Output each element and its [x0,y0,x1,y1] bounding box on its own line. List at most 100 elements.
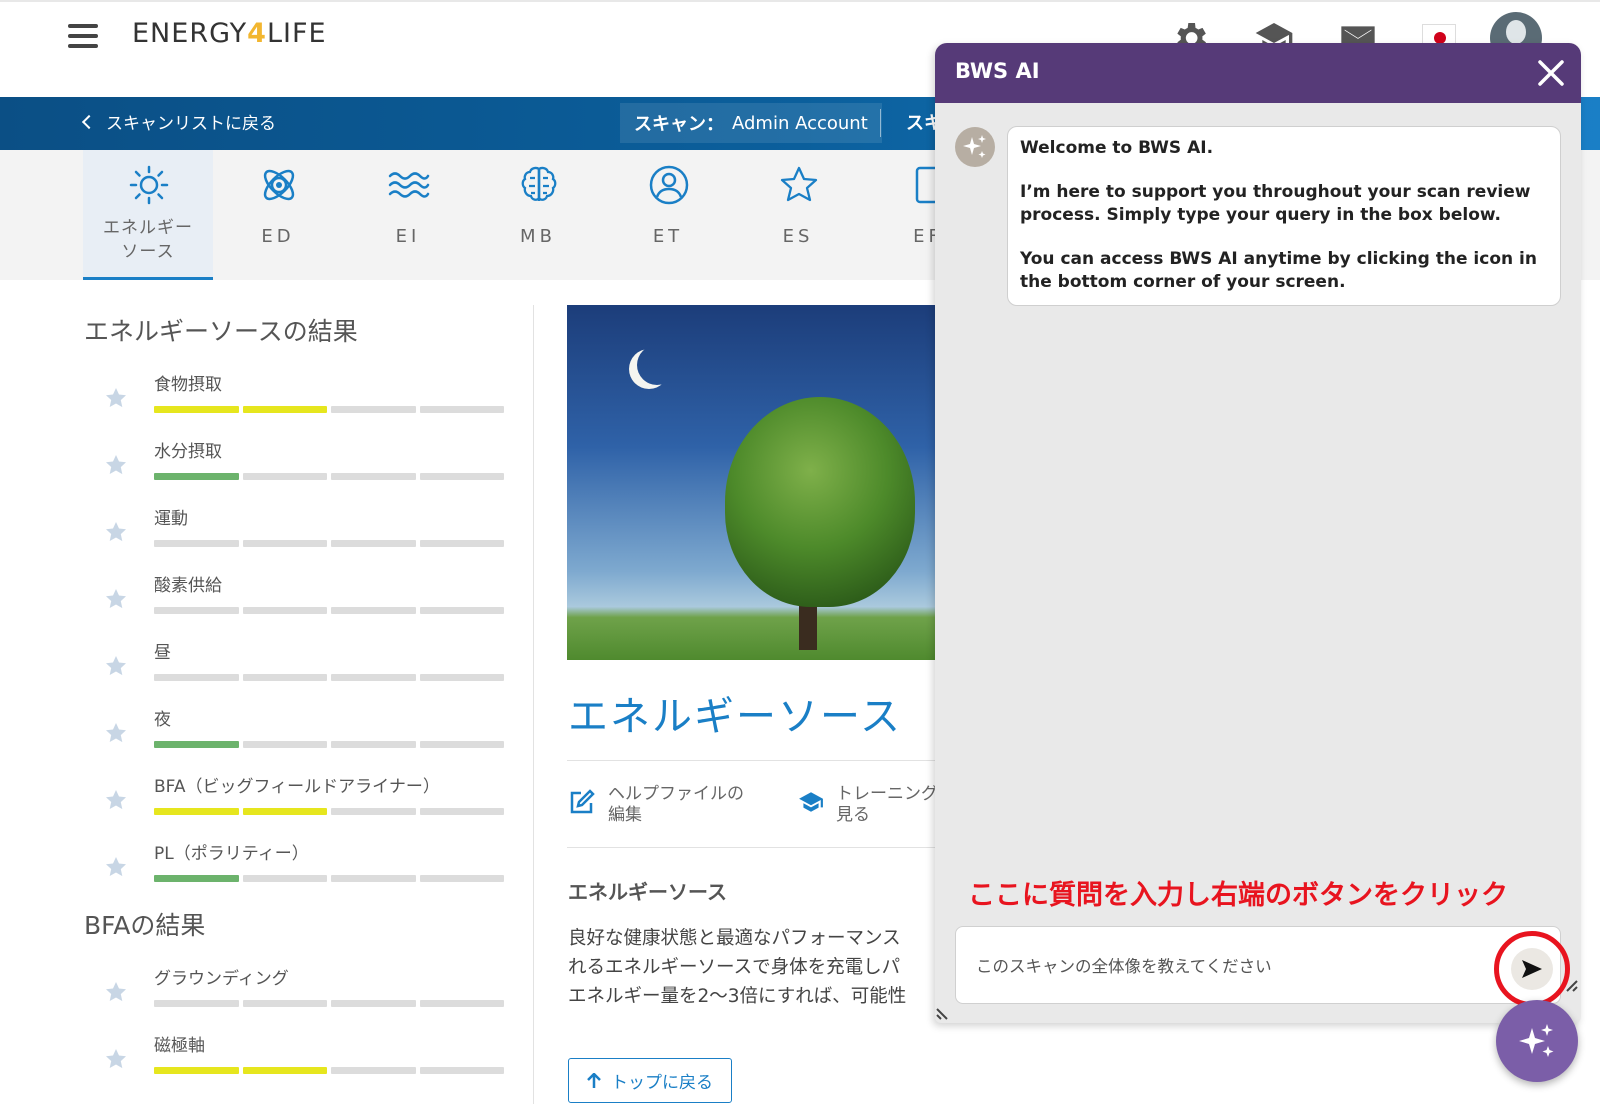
bar-segment [331,1067,416,1074]
bar-segment [154,674,239,681]
result-item: 夜 [104,701,514,761]
bar-segment [331,741,416,748]
result-item: 食物摂取 [104,366,514,426]
tab-label: EI [395,226,421,247]
edit-help-file-link[interactable]: ヘルプファイルの 編集 [568,784,744,826]
support-paragraph: I’m here to support you throughout your … [1020,181,1531,226]
star-icon[interactable] [104,1047,128,1071]
result-level-bar [154,741,504,748]
tab-et[interactable]: ET [603,150,733,280]
star-icon [106,982,126,1002]
bar-segment [331,473,416,480]
star-icon[interactable] [104,980,128,1004]
tab-label-line1: エネルギー [103,218,193,238]
star-icon [106,589,126,609]
bar-segment [331,1000,416,1007]
bar-segment [242,473,327,480]
star-icon[interactable] [104,520,128,544]
divider [567,760,937,761]
tab-ei[interactable]: EI [343,150,473,280]
welcome-message: Welcome to BWS AI. I’m here to support y… [1007,126,1561,306]
star-icon[interactable] [104,587,128,611]
result-level-bar [154,1067,504,1074]
star-icon[interactable] [104,654,128,678]
bar-segment [242,808,327,815]
tab-ed[interactable]: ED [213,150,343,280]
close-icon[interactable] [1533,55,1569,91]
result-label: 食物摂取 [154,375,222,395]
send-button[interactable] [1511,948,1553,990]
result-level-bar [154,473,504,480]
tab-mb[interactable]: MB [473,150,603,280]
star-icon[interactable] [104,721,128,745]
bar-segment [242,875,327,882]
star-outline-icon [780,166,818,202]
description-line-1: 良好な健康状態と最適なパフォーマンス [568,928,901,949]
star-icon[interactable] [104,453,128,477]
resize-handle-icon[interactable] [1561,979,1579,997]
result-label: PL（ポラリティー） [154,844,309,864]
arrow-up-icon [587,1072,601,1088]
result-level-bar [154,808,504,815]
hamburger-menu-icon[interactable] [68,24,98,50]
tab-label: エネルギー ソース [83,216,213,264]
edit-icon [570,789,595,814]
description-text: 良好な健康状態と最適なパフォーマンス れるエネルギーソースで身体を充電しパ エネ… [568,924,938,1011]
star-icon [106,455,126,475]
bar-segment [154,741,239,748]
bar-segment [419,741,504,748]
tab-label-line2: ソース [121,242,175,262]
result-label: 運動 [154,509,188,529]
bar-segment [419,540,504,547]
bar-segment [242,674,327,681]
result-item: 水分摂取 [104,433,514,493]
scan-label: スキャン： [634,114,724,135]
tree-crown [725,397,915,607]
bar-segment [154,473,239,480]
logo-prefix: ENERGY [132,18,248,49]
ai-assistant-fab[interactable] [1496,1000,1578,1082]
brain-icon [521,166,557,201]
help-line-1: ヘルプファイルの [608,784,744,804]
bar-segment [154,540,239,547]
edit-help-file-label: ヘルプファイルの 編集 [608,784,744,826]
star-icon[interactable] [104,855,128,879]
resize-handle-icon[interactable] [935,1003,953,1021]
logo[interactable]: ENERGY4LIFE [132,18,327,49]
results-title: エネルギーソースの結果 [84,317,358,346]
back-to-top-button[interactable]: トップに戻る [568,1058,732,1103]
send-highlight-ring [1494,931,1570,1007]
bar-segment [242,406,327,413]
result-label: 昼 [154,643,171,663]
star-icon[interactable] [104,788,128,812]
star-icon [106,790,126,810]
bar-segment [331,540,416,547]
bar-segment [419,473,504,480]
bar-segment [419,607,504,614]
bfa-results-title: BFAの結果 [84,911,206,940]
tab-energy-source[interactable]: エネルギー ソース [83,150,213,280]
bar-segment [331,674,416,681]
sparkle-icon [963,135,986,158]
bar-segment [419,406,504,413]
divider [567,847,937,848]
view-training-link[interactable]: トレーニング 見る [798,784,938,826]
result-item: 磁極軸 [104,1027,514,1087]
training-line-1: トレーニング [836,784,938,804]
bar-segment [154,1000,239,1007]
chat-title: BWS AI [955,59,1040,83]
star-icon [106,1049,126,1069]
tab-label: ET [652,226,684,247]
chat-input[interactable] [976,947,1456,983]
description-line-3: エネルギー量を2〜3倍にすれば、可能性 [568,986,907,1007]
person-circle-icon [649,165,689,205]
bar-segment [242,1067,327,1074]
bar-segment [154,607,239,614]
back-to-scan-list-link[interactable]: スキャンリストに戻る [81,109,276,134]
back-link-label: スキャンリストに戻る [106,114,276,134]
result-item: PL（ポラリティー） [104,835,514,895]
bar-segment [242,741,327,748]
star-icon [106,723,126,743]
star-icon[interactable] [104,386,128,410]
tab-es[interactable]: ES [733,150,863,280]
